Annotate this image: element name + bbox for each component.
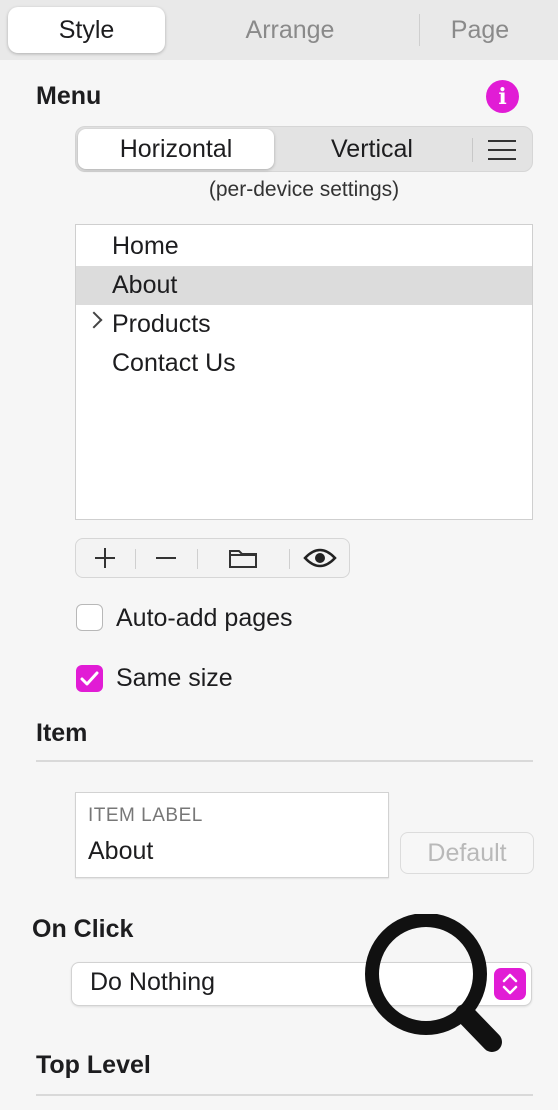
per-device-note: (per-device settings): [208, 178, 400, 201]
list-item-products[interactable]: Products: [76, 305, 532, 344]
chevron-right-icon[interactable]: [85, 311, 103, 329]
list-item-label: Home: [112, 232, 179, 260]
section-divider: [36, 760, 533, 762]
folder-icon[interactable]: [198, 539, 288, 577]
menu-items-list: Home About Products Contact Us: [75, 224, 533, 520]
tab-style[interactable]: Style: [8, 7, 165, 53]
tab-bar: Style Arrange Page: [0, 0, 558, 60]
orientation-segmented-control: Horizontal Vertical: [75, 126, 533, 172]
on-click-value: Do Nothing: [90, 968, 216, 996]
menu-section-title: Menu: [36, 82, 102, 110]
checkmark-icon: [80, 671, 99, 686]
list-toolbar: [75, 538, 350, 578]
list-item-label: Products: [112, 310, 211, 338]
auto-add-pages-label[interactable]: Auto-add pages: [116, 604, 293, 633]
list-item-about[interactable]: About: [76, 266, 532, 305]
auto-add-pages-checkbox[interactable]: [76, 604, 103, 631]
list-item-label: Contact Us: [112, 349, 236, 377]
tab-arrange[interactable]: Arrange: [210, 7, 370, 53]
item-label-field[interactable]: ITEM LABEL About: [75, 792, 389, 878]
vertical-segment[interactable]: Vertical: [274, 129, 470, 169]
same-size-label[interactable]: Same size: [116, 664, 233, 693]
list-item-home[interactable]: Home: [76, 227, 532, 266]
plus-icon[interactable]: [76, 539, 134, 577]
section-divider: [36, 1094, 533, 1096]
eye-icon[interactable]: [290, 539, 350, 577]
minus-icon[interactable]: [136, 539, 196, 577]
on-click-section-title: On Click: [32, 915, 134, 943]
same-size-checkbox[interactable]: [76, 665, 103, 692]
item-section-title: Item: [36, 719, 88, 747]
item-label-caption: ITEM LABEL: [88, 805, 203, 826]
list-item-label: About: [112, 271, 178, 299]
top-level-section-title: Top Level: [36, 1051, 151, 1079]
info-icon[interactable]: i: [486, 80, 519, 113]
list-item-contact-us[interactable]: Contact Us: [76, 344, 532, 383]
item-label-value[interactable]: About: [88, 837, 153, 866]
horizontal-segment[interactable]: Horizontal: [78, 129, 274, 169]
tab-page[interactable]: Page: [420, 7, 540, 53]
default-button[interactable]: Default: [400, 832, 534, 874]
segment-divider: [472, 138, 473, 162]
magnifier-icon: [365, 914, 502, 1052]
menu-lines-icon[interactable]: [488, 138, 516, 162]
